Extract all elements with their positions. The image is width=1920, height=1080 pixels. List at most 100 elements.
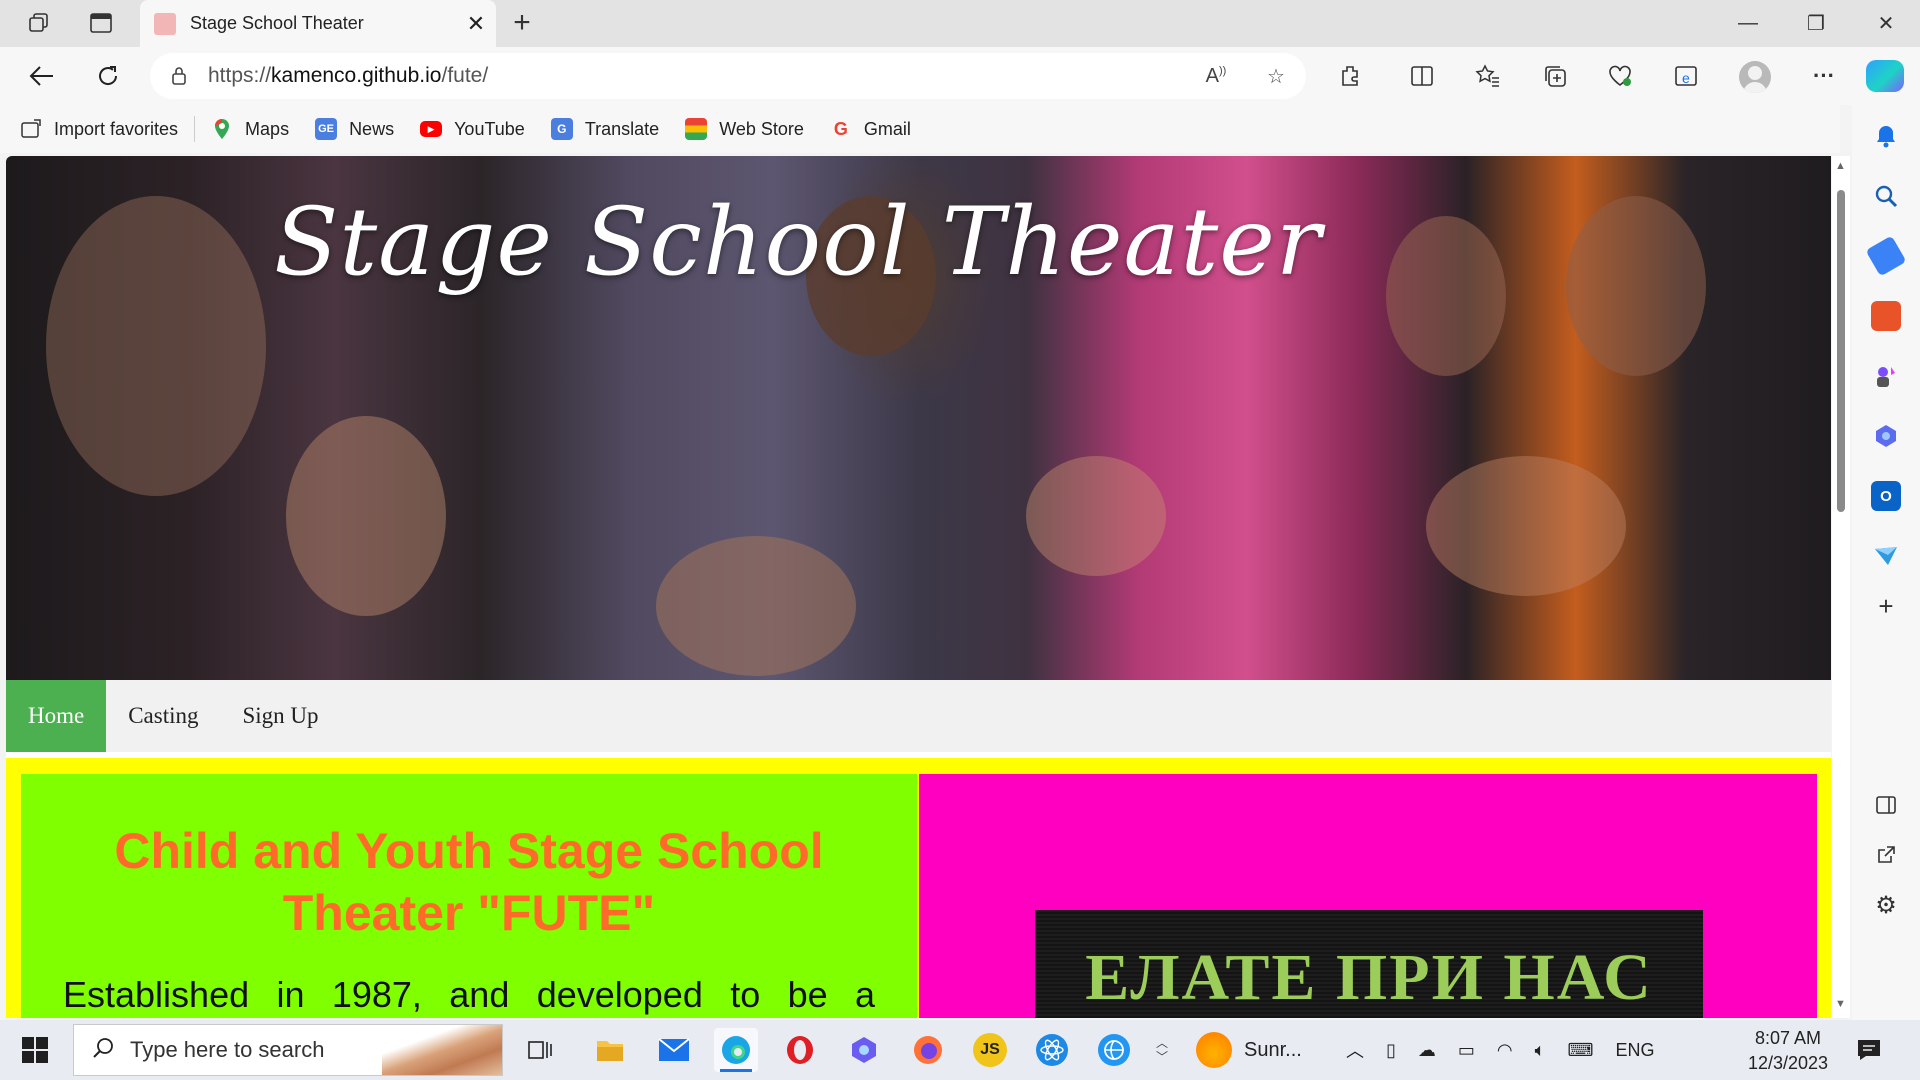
weather-widget[interactable]: Sunr... <box>1196 1020 1302 1080</box>
browser-essentials-icon[interactable] <box>1600 57 1640 95</box>
notifications-icon[interactable] <box>1871 121 1901 151</box>
url-text[interactable]: https://kamenco.github.io/fute/ <box>208 64 1186 88</box>
nav-sign-up[interactable]: Sign Up <box>221 680 341 752</box>
close-window-button[interactable]: ✕ <box>1852 0 1920 47</box>
send-icon[interactable] <box>1871 541 1901 571</box>
battery-icon[interactable]: ▭ <box>1458 1040 1475 1061</box>
google-icon: G <box>833 118 848 139</box>
minimize-button[interactable]: — <box>1714 0 1782 47</box>
back-button[interactable] <box>22 57 62 95</box>
promo-banner: ЕЛАТЕ ПРИ НАС <box>1035 910 1703 1018</box>
wifi-icon[interactable]: ◠ <box>1497 1040 1513 1061</box>
restore-button[interactable]: ❐ <box>1782 0 1850 47</box>
collections-icon[interactable] <box>1535 57 1575 95</box>
favorite-import[interactable]: Import favorites <box>20 118 178 140</box>
search-icon[interactable] <box>1871 181 1901 211</box>
scroll-down-arrow[interactable]: ▼ <box>1835 998 1846 1010</box>
clock-time: 8:07 AM <box>1754 1028 1822 1048</box>
extensions-icon[interactable] <box>1330 57 1370 95</box>
favorite-maps[interactable]: Maps <box>211 118 289 140</box>
split-screen-icon[interactable] <box>1402 57 1442 95</box>
maps-icon <box>211 118 233 140</box>
active-tab[interactable]: Stage School Theater ✕ <box>140 0 496 47</box>
favorite-label: YouTube <box>454 118 525 139</box>
taskbar-scroll-arrows[interactable]: ︿ ﹀ <box>1156 1020 1168 1080</box>
intro-heading: Child and Youth Stage School Theater "FU… <box>114 823 824 941</box>
taskbar-search[interactable]: Type here to search <box>73 1024 503 1076</box>
workspaces-icon[interactable] <box>22 8 56 38</box>
more-options-icon[interactable]: ··· <box>1804 57 1844 95</box>
refresh-button[interactable] <box>88 57 128 95</box>
new-tab-button[interactable]: + <box>505 6 539 39</box>
news-icon: GE <box>315 118 338 140</box>
taskbar-clock[interactable]: 8:07 AM 12/3/2023 <box>1736 1026 1840 1076</box>
opera-icon[interactable] <box>778 1028 822 1072</box>
address-bar[interactable]: https://kamenco.github.io/fute/ A)) ☆ <box>150 53 1306 99</box>
profile-avatar[interactable] <box>1739 61 1771 93</box>
outlook-icon[interactable]: O <box>1871 481 1901 511</box>
hero-banner: Stage School Theater <box>6 156 1831 680</box>
favorites-icon[interactable] <box>1468 57 1508 95</box>
add-sidebar-app-icon[interactable]: + <box>1871 591 1901 621</box>
tab-title: Stage School Theater <box>190 13 364 33</box>
copilot-icon[interactable] <box>1866 60 1904 92</box>
favorite-star-icon[interactable]: ☆ <box>1246 64 1306 89</box>
favorite-label: Maps <box>245 118 290 139</box>
read-aloud-icon[interactable]: A)) <box>1186 65 1246 88</box>
language-indicator[interactable]: ENG <box>1615 1040 1654 1061</box>
nav-home[interactable]: Home <box>6 680 107 752</box>
volume-icon[interactable]: 🔈︎ <box>1535 1040 1546 1061</box>
favorite-translate[interactable]: G Translate <box>550 118 659 140</box>
games-icon[interactable] <box>1871 361 1901 391</box>
shopping-tag-icon[interactable] <box>1865 235 1907 277</box>
task-view-icon[interactable] <box>518 1028 562 1072</box>
react-app-icon[interactable] <box>1030 1028 1074 1072</box>
nav-casting[interactable]: Casting <box>106 680 220 752</box>
page-viewport: Stage School Theater Home Casting Sign U… <box>6 156 1831 1018</box>
globe-app-icon[interactable] <box>1092 1028 1136 1072</box>
intro-column: Child and Youth Stage School Theater "FU… <box>21 774 917 1018</box>
favorite-label: Gmail <box>863 118 911 139</box>
promo-banner-text: ЕЛАТЕ ПРИ НАС <box>1085 941 1653 1014</box>
favorite-label: News <box>349 118 395 139</box>
javascript-app-icon[interactable]: JS <box>968 1028 1012 1072</box>
file-explorer-icon[interactable] <box>588 1028 632 1072</box>
edge-icon[interactable] <box>714 1028 758 1072</box>
favorite-label: Web Store <box>719 118 804 139</box>
promo-column: ЕЛАТЕ ПРИ НАС <box>919 774 1817 1018</box>
favorite-news[interactable]: GE News <box>315 118 394 140</box>
show-hidden-icons-icon[interactable]: ︿ <box>1346 1037 1364 1063</box>
copilot-sidebar-icon[interactable] <box>1871 421 1901 451</box>
system-tray: ︿ ▯ ☁ ▭ ◠ 🔈︎ ⌨ ENG <box>1346 1020 1654 1080</box>
url-path: /fute/ <box>441 64 489 87</box>
lock-icon[interactable] <box>150 66 208 86</box>
hide-sidebar-icon[interactable] <box>1871 790 1901 820</box>
vertical-tabs-icon[interactable] <box>84 8 118 38</box>
ie-mode-icon[interactable]: e <box>1666 57 1706 95</box>
favorite-youtube[interactable]: ▶ YouTube <box>420 119 525 140</box>
keyboard-icon[interactable]: ⌨ <box>1567 1040 1593 1061</box>
scroll-up-arrow[interactable]: ▲ <box>1835 160 1846 172</box>
hero-title: Stage School Theater <box>274 188 1322 297</box>
mail-icon[interactable] <box>652 1028 696 1072</box>
favorite-gmail[interactable]: G Gmail <box>830 118 911 140</box>
page-scrollbar[interactable]: ▲ ▼ <box>1832 156 1850 1018</box>
copilot-app-icon[interactable] <box>842 1028 886 1072</box>
onedrive-cloud-icon[interactable]: ☁ <box>1418 1040 1436 1061</box>
tools-briefcase-icon[interactable] <box>1871 301 1901 331</box>
notification-center-icon[interactable] <box>1856 1020 1882 1080</box>
intro-text: Established in 1987, and developed to be… <box>63 974 875 1015</box>
meet-now-icon[interactable]: ▯ <box>1386 1040 1396 1061</box>
favorites-divider <box>194 116 196 142</box>
favorites-bar: Import favorites Maps GE News ▶ YouTube … <box>0 105 1840 153</box>
favorite-label: Import favorites <box>54 118 179 139</box>
settings-gear-icon[interactable]: ⚙ <box>1871 890 1901 920</box>
favorite-webstore[interactable]: Web Store <box>685 118 804 140</box>
start-button[interactable] <box>22 1037 48 1063</box>
sunrise-icon <box>1196 1032 1232 1068</box>
firefox-icon[interactable] <box>906 1028 950 1072</box>
close-tab-icon[interactable]: ✕ <box>456 4 496 44</box>
import-icon <box>20 118 42 140</box>
open-external-icon[interactable] <box>1871 840 1901 870</box>
scroll-thumb[interactable] <box>1837 190 1845 512</box>
